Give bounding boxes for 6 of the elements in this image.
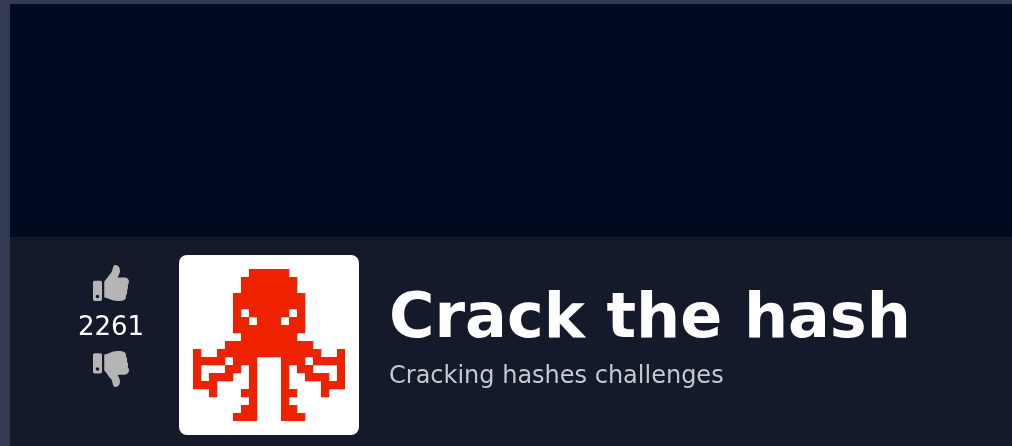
vote-count: 2261 [77,313,145,339]
octopus-icon [193,269,345,421]
room-title: Crack the hash [389,278,911,354]
thumbs-up-button[interactable] [93,265,129,301]
thumbs-down-button[interactable] [93,351,129,387]
room-subtitle: Cracking hashes challenges [389,359,725,391]
